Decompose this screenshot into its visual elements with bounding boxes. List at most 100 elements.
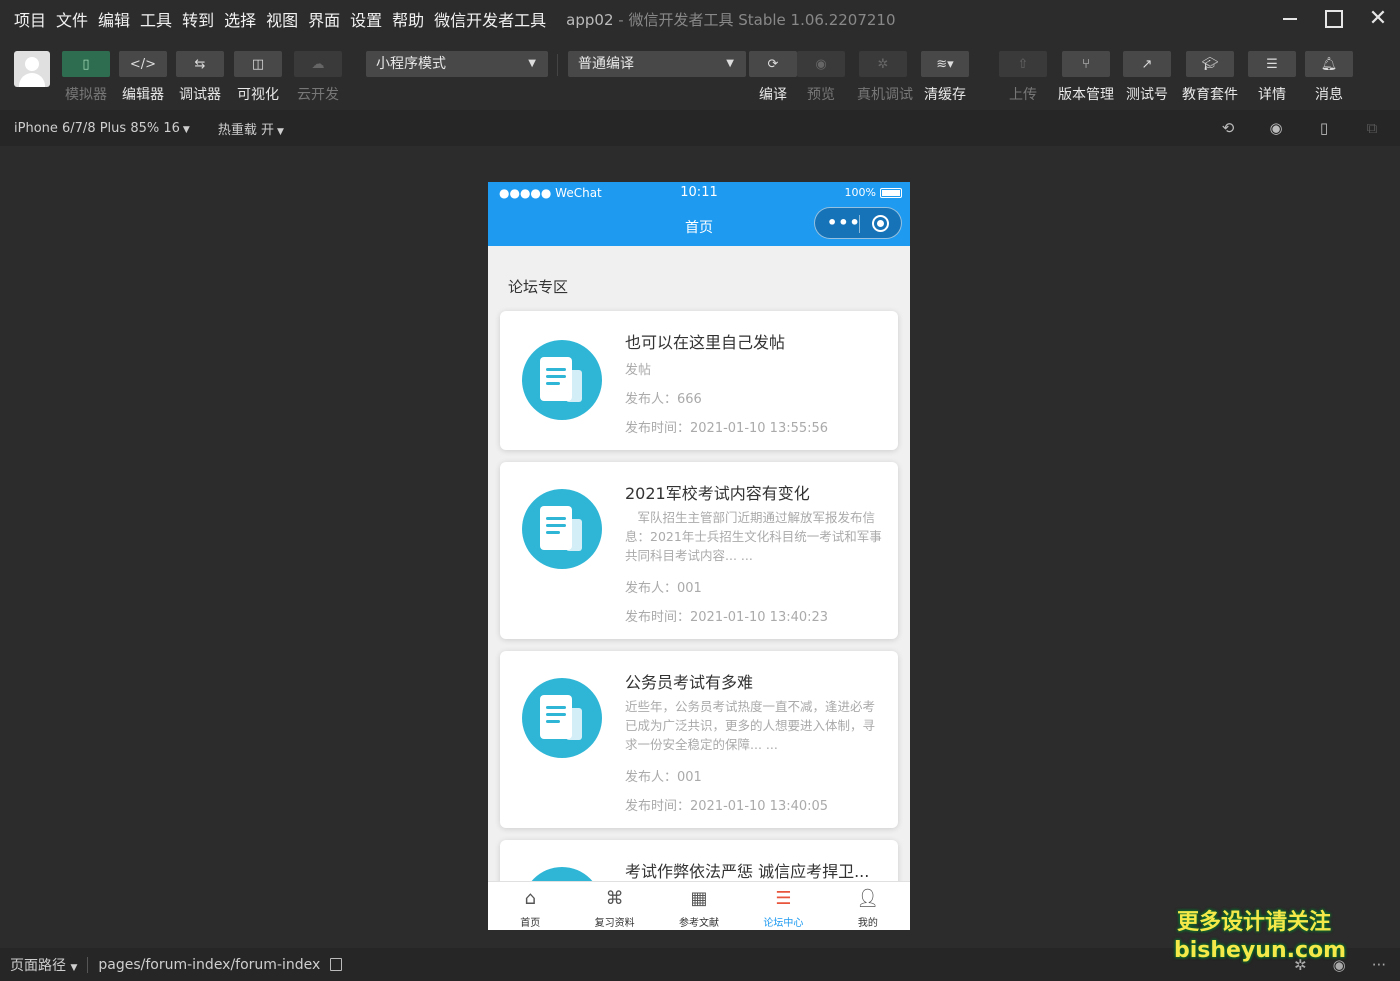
cloud-label: 云开发 bbox=[297, 87, 339, 103]
compile-select[interactable]: 普通编译 ▼ bbox=[568, 51, 746, 77]
capsule-divider bbox=[859, 215, 860, 233]
avatar[interactable] bbox=[14, 51, 50, 87]
version-button[interactable]: ⑂ 版本管理 bbox=[1056, 51, 1116, 104]
post-card[interactable]: 也可以在这里自己发帖 发帖 发布人：666 发布时间：2021-01-10 13… bbox=[500, 311, 898, 450]
upload-icon: ⇧ bbox=[999, 51, 1047, 77]
tab-references[interactable]: ▦ 参考文献 bbox=[657, 882, 741, 930]
stop-icon[interactable]: ◉ bbox=[1266, 118, 1286, 138]
layers-icon: ≋▾ bbox=[921, 51, 969, 77]
tab-mine[interactable]: 👤︎ 我的 bbox=[826, 882, 910, 930]
document-icon bbox=[522, 489, 602, 569]
device-select-value: iPhone 6/7/8 Plus 85% 16 bbox=[14, 120, 180, 136]
post-title: 公务员考试有多难 bbox=[625, 673, 754, 692]
clear-cache-label: 清缓存 bbox=[924, 87, 966, 103]
menu-interface[interactable]: 界面 bbox=[308, 7, 340, 31]
visual-button[interactable]: ◫ 可视化 bbox=[232, 51, 284, 104]
external-link-icon: ↗ bbox=[1123, 51, 1171, 77]
avatar-body bbox=[19, 73, 45, 87]
menu-lines-icon: ☰ bbox=[1248, 51, 1296, 77]
test-account-button[interactable]: ↗ 测试号 bbox=[1121, 51, 1173, 104]
tab-materials[interactable]: ⌘ 复习资料 bbox=[572, 882, 656, 930]
watermark-line1: 更多设计请关注 bbox=[1176, 910, 1331, 935]
watermark: 更多设计请关注 bisheyun.com bbox=[1174, 904, 1346, 963]
cloud-button[interactable]: ☁ 云开发 bbox=[292, 51, 344, 104]
preview-button[interactable]: ◉ 预览 bbox=[795, 51, 847, 104]
post-desc: 近些年，公务员考试热度一直不减，逢进必考已成为广泛共识，更多的人想要进入体制，寻… bbox=[625, 699, 876, 752]
menu-project[interactable]: 项目 bbox=[14, 7, 46, 31]
tab-label: 我的 bbox=[857, 918, 878, 929]
minimize-button[interactable] bbox=[1268, 0, 1312, 38]
copy-icon[interactable] bbox=[330, 958, 343, 971]
menu-wechat-devtools[interactable]: 微信开发者工具 bbox=[434, 7, 546, 31]
tab-label: 论坛中心 bbox=[763, 918, 804, 929]
editor-button[interactable]: </> 编辑器 bbox=[117, 51, 169, 104]
messages-label: 消息 bbox=[1315, 87, 1343, 103]
menu-file[interactable]: 文件 bbox=[56, 7, 88, 31]
tab-forum[interactable]: ☰ 论坛中心 bbox=[741, 882, 825, 930]
capsule-menu: ••• bbox=[814, 207, 902, 239]
upload-label: 上传 bbox=[1009, 87, 1037, 103]
tab-home[interactable]: ⌂ 首页 bbox=[488, 882, 572, 930]
rotate-icon[interactable]: ⟲ bbox=[1218, 118, 1238, 138]
edu-suite-button[interactable]: 🎓︎ 教育套件 bbox=[1180, 51, 1240, 104]
editor-label: 编辑器 bbox=[122, 87, 164, 103]
caret-down-icon: ▼ bbox=[276, 126, 284, 137]
cloud-icon: ☁ bbox=[294, 51, 342, 77]
close-target-icon[interactable] bbox=[872, 215, 889, 232]
mode-select[interactable]: 小程序模式 ▼ bbox=[366, 51, 548, 77]
menu-tools[interactable]: 工具 bbox=[140, 7, 172, 31]
page-path-select[interactable]: 页面路径 ▼ bbox=[10, 955, 77, 975]
messages-button[interactable]: 🔔︎ 消息 bbox=[1303, 51, 1355, 104]
upload-button[interactable]: ⇧ 上传 bbox=[997, 51, 1049, 104]
compile-button[interactable]: ⟳ 编译 bbox=[747, 51, 799, 104]
preview-label: 预览 bbox=[807, 87, 835, 103]
post-title: 也可以在这里自己发帖 bbox=[625, 333, 786, 352]
window-controls: ✕ bbox=[1268, 0, 1400, 38]
eye-icon: ◉ bbox=[797, 51, 845, 77]
maximize-button[interactable] bbox=[1312, 0, 1356, 38]
tab-label: 复习资料 bbox=[594, 918, 635, 929]
post-desc: 军队招生主管部门近期通过解放军报发布信息：2021年士兵招生文化科目统一考试和军… bbox=[625, 510, 882, 563]
multi-window-icon[interactable]: ⧉ bbox=[1362, 118, 1382, 138]
details-label: 详情 bbox=[1258, 87, 1286, 103]
clear-cache-button[interactable]: ≋▾ 清缓存 bbox=[919, 51, 971, 104]
menu-bar: 项目 文件 编辑 工具 转到 选择 视图 界面 设置 帮助 微信开发者工具 ap… bbox=[0, 0, 1400, 38]
post-card[interactable]: 公务员考试有多难 近些年，公务员考试热度一直不减，逢进必考已成为广泛共识，更多的… bbox=[500, 651, 898, 828]
tab-bar: ⌂ 首页 ⌘ 复习资料 ▦ 参考文献 ☰ 论坛中心 👤︎ 我的 bbox=[488, 881, 910, 930]
debugger-button[interactable]: ⇆ 调试器 bbox=[174, 51, 226, 104]
menu-select[interactable]: 选择 bbox=[224, 7, 256, 31]
menu-items: 项目 文件 编辑 工具 转到 选择 视图 界面 设置 帮助 微信开发者工具 bbox=[14, 7, 556, 31]
simulator-button[interactable]: ▯ 模拟器 bbox=[60, 51, 112, 104]
edu-suite-label: 教育套件 bbox=[1182, 87, 1238, 103]
battery-level: 100% bbox=[844, 186, 876, 199]
menu-help[interactable]: 帮助 bbox=[392, 7, 424, 31]
app-version: 微信开发者工具 Stable 1.06.2207210 bbox=[628, 10, 896, 29]
more-icon[interactable]: ··· bbox=[1372, 956, 1386, 974]
maximize-icon bbox=[1325, 10, 1343, 28]
document-icon bbox=[522, 678, 602, 758]
post-author: 发布人：001 bbox=[625, 770, 702, 785]
hot-reload-value: 热重载 开 bbox=[217, 122, 274, 138]
visual-label: 可视化 bbox=[237, 87, 279, 103]
device-select[interactable]: iPhone 6/7/8 Plus 85% 16 ▼ bbox=[14, 121, 190, 136]
menu-goto[interactable]: 转到 bbox=[182, 7, 214, 31]
hot-reload-select[interactable]: 热重载 开 ▼ bbox=[218, 119, 284, 138]
phone-outline-icon[interactable]: ▯ bbox=[1314, 118, 1334, 138]
remote-debug-button[interactable]: ✲ 真机调试 bbox=[857, 51, 913, 104]
section-title: 论坛专区 bbox=[508, 278, 569, 296]
page-path-label: 页面路径 bbox=[10, 957, 66, 974]
document-icon bbox=[522, 340, 602, 420]
grid-icon: ⌘ bbox=[605, 888, 624, 909]
compile-select-value: 普通编译 bbox=[578, 56, 634, 72]
menu-settings[interactable]: 设置 bbox=[350, 7, 382, 31]
close-button[interactable]: ✕ bbox=[1356, 0, 1400, 38]
caret-down-icon: ▼ bbox=[182, 124, 190, 135]
device-bar: iPhone 6/7/8 Plus 85% 16 ▼ 热重载 开 ▼ ⟲ ◉ ▯ ⧉ bbox=[0, 110, 1400, 146]
menu-view[interactable]: 视图 bbox=[266, 7, 298, 31]
details-button[interactable]: ☰ 详情 bbox=[1246, 51, 1298, 104]
more-icon[interactable]: ••• bbox=[827, 213, 861, 232]
post-card[interactable]: 2021军校考试内容有变化 军队招生主管部门近期通过解放军报发布信息：2021年… bbox=[500, 462, 898, 639]
phone-simulator: ●●●●● WeChat 10:11 100% 首页 ••• 论坛专区 也可以在… bbox=[488, 182, 910, 930]
menu-edit[interactable]: 编辑 bbox=[98, 7, 130, 31]
calendar-icon: ▦ bbox=[690, 888, 708, 909]
